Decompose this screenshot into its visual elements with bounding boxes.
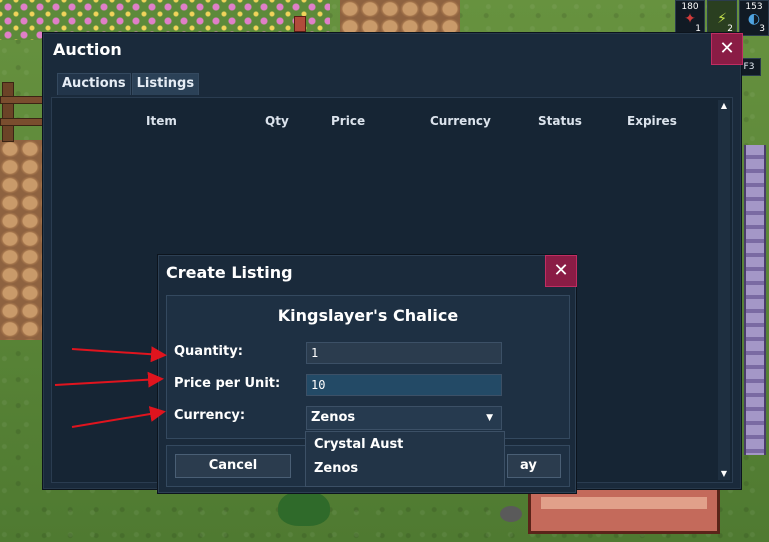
scroll-up-icon[interactable]: ▲: [718, 100, 730, 112]
quantity-input[interactable]: 1: [306, 342, 502, 364]
bush: [278, 490, 330, 526]
listing-form: Kingslayer's Chalice Quantity: 1 Price p…: [166, 295, 570, 439]
column-header-item[interactable]: Item: [146, 114, 177, 128]
tab-listings[interactable]: Listings: [131, 73, 200, 95]
currency-option-crystal-aust[interactable]: Crystal Aust: [306, 434, 504, 456]
tab-auctions[interactable]: Auctions: [57, 73, 131, 95]
dialog-title: Create Listing: [166, 263, 293, 282]
currency-select[interactable]: Zenos ▼: [306, 406, 502, 430]
price-label: Price per Unit:: [174, 376, 281, 391]
fence-rail: [0, 118, 46, 126]
item-name: Kingslayer's Chalice: [277, 306, 459, 325]
fence-rail: [0, 96, 46, 104]
price-input[interactable]: 10: [306, 374, 502, 396]
hotbar-slot-key: 3: [759, 24, 765, 34]
currency-dropdown: Crystal Aust Zenos: [305, 431, 505, 487]
rock: [500, 506, 522, 522]
auction-title: Auction: [53, 40, 122, 59]
currency-label: Currency:: [174, 408, 246, 423]
confirm-button[interactable]: ay: [507, 454, 561, 478]
confirm-button-label: ay: [520, 458, 537, 473]
hotbar-slot-3[interactable]: 153 ◐ 3: [739, 0, 769, 36]
cobblestone-path-left: [0, 140, 44, 340]
stone-pillar: [744, 145, 766, 455]
column-header-currency[interactable]: Currency: [430, 114, 491, 128]
quantity-label: Quantity:: [174, 344, 243, 359]
lantern: [294, 16, 306, 32]
cancel-button[interactable]: Cancel: [175, 454, 291, 478]
auction-tabs: Auctions Listings: [57, 73, 200, 95]
dialog-close-button[interactable]: ✕: [545, 255, 577, 287]
currency-option-zenos[interactable]: Zenos: [306, 458, 504, 480]
column-header-qty[interactable]: Qty: [265, 114, 289, 128]
listings-scrollbar[interactable]: ▲ ▼: [718, 100, 730, 480]
hotbar-slot-2[interactable]: ⚡ 2: [707, 0, 737, 36]
chevron-down-icon: ▼: [486, 413, 493, 423]
column-header-price[interactable]: Price: [331, 114, 365, 128]
hotbar: 180 ✦ 1 ⚡ 2 153 ◐ 3: [675, 0, 769, 36]
column-header-status[interactable]: Status: [538, 114, 582, 128]
cobblestone-path-top: [340, 0, 460, 34]
hotbar-slot-1[interactable]: 180 ✦ 1: [675, 0, 705, 36]
auction-close-button[interactable]: ✕: [711, 33, 743, 65]
fence-post: [2, 82, 14, 142]
scroll-down-icon[interactable]: ▼: [718, 468, 730, 480]
column-header-expires[interactable]: Expires: [627, 114, 677, 128]
currency-selected-value: Zenos: [311, 410, 356, 425]
